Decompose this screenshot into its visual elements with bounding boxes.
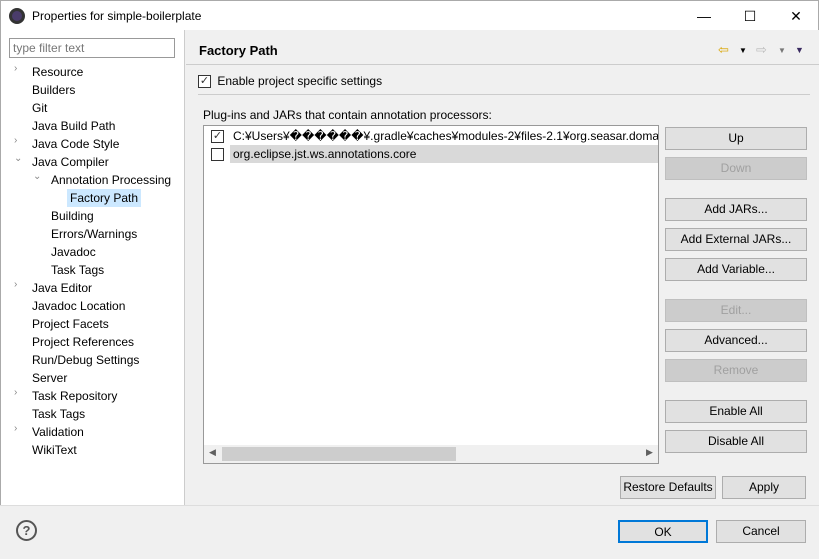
tree-item[interactable]: Server: [32, 369, 67, 387]
tree-item[interactable]: Resource: [32, 63, 83, 81]
tree-item[interactable]: Annotation Processing: [51, 171, 171, 189]
chevron-right-icon[interactable]: ›: [14, 279, 24, 290]
processors-label: Plug-ins and JARs that contain annotatio…: [203, 108, 492, 122]
tree-item[interactable]: Java Build Path: [32, 117, 115, 135]
tree-item[interactable]: Javadoc Location: [32, 297, 125, 315]
scroll-left-icon[interactable]: ◀: [209, 447, 216, 458]
tree-item[interactable]: Task Repository: [32, 387, 117, 405]
restore-defaults-button[interactable]: Restore Defaults: [620, 476, 716, 499]
tree-item[interactable]: Building: [51, 207, 94, 225]
eclipse-icon: [9, 8, 25, 24]
ok-button[interactable]: OK: [618, 520, 708, 543]
advanced-button[interactable]: Advanced...: [665, 329, 807, 352]
tree-item[interactable]: Java Code Style: [32, 135, 119, 153]
entry-path: C:¥Users¥������¥.gradle¥caches¥modules-2…: [233, 129, 659, 143]
scrollbar-thumb[interactable]: [222, 447, 456, 461]
add-external-jars-button[interactable]: Add External JARs...: [665, 228, 807, 251]
list-item[interactable]: ✓ C:¥Users¥������¥.gradle¥caches¥modules-…: [204, 127, 659, 145]
tree-item[interactable]: Run/Debug Settings: [32, 351, 139, 369]
divider: [198, 94, 810, 95]
remove-button[interactable]: Remove: [665, 359, 807, 382]
disable-all-button[interactable]: Disable All: [665, 430, 807, 453]
chevron-right-icon[interactable]: ›: [14, 387, 24, 398]
page-header: Factory Path ⇦ ▼ ⇨ ▼ ▼: [186, 30, 819, 65]
checkbox-icon[interactable]: ✓: [211, 130, 224, 143]
scroll-right-icon[interactable]: ▶: [646, 447, 653, 458]
back-arrow-icon[interactable]: ⇦: [718, 42, 729, 58]
filter-input[interactable]: [9, 38, 175, 58]
back-dropdown-icon[interactable]: ▼: [739, 46, 747, 55]
tree-item[interactable]: Validation: [32, 423, 84, 441]
tree-item[interactable]: Java Editor: [32, 279, 92, 297]
chevron-right-icon[interactable]: ›: [14, 423, 24, 434]
apply-button[interactable]: Apply: [722, 476, 806, 499]
tree-item[interactable]: Git: [32, 99, 47, 117]
tree-item[interactable]: Java Compiler: [32, 153, 109, 171]
up-button[interactable]: Up: [665, 127, 807, 150]
horizontal-scrollbar[interactable]: ◀ ▶: [204, 445, 658, 463]
tree-item[interactable]: Task Tags: [32, 405, 85, 423]
enable-label: Enable project specific settings: [217, 74, 383, 88]
add-variable-button[interactable]: Add Variable...: [665, 258, 807, 281]
entry-path: org.eclipse.jst.ws.annotations.core: [230, 145, 658, 163]
factory-path-list[interactable]: ✓ C:¥Users¥������¥.gradle¥caches¥modules-…: [203, 125, 659, 464]
maximize-button[interactable]: ☐: [727, 1, 773, 31]
checkbox-icon[interactable]: ✓: [198, 75, 211, 89]
title-bar: Properties for simple-boilerplate — ☐ ✕: [0, 0, 819, 30]
preference-tree-panel: › ResourceBuildersGitJava Build Path › Java…: [0, 30, 185, 505]
chevron-right-icon[interactable]: ›: [14, 63, 24, 74]
view-menu-icon[interactable]: ▼: [795, 45, 804, 55]
checkbox-icon[interactable]: [211, 148, 224, 161]
tree-item[interactable]: Factory Path: [67, 189, 142, 207]
list-item[interactable]: org.eclipse.jst.ws.annotations.core: [204, 145, 658, 163]
chevron-down-icon[interactable]: ⌄: [14, 153, 24, 164]
tree-item[interactable]: Builders: [32, 81, 75, 99]
tree-item[interactable]: Errors/Warnings: [51, 225, 137, 243]
tree-item[interactable]: Project References: [32, 333, 134, 351]
add-jars-button[interactable]: Add JARs...: [665, 198, 807, 221]
page-title: Factory Path: [199, 43, 278, 58]
tree-item[interactable]: Task Tags: [51, 261, 104, 279]
help-icon[interactable]: ?: [16, 520, 37, 541]
window-title: Properties for simple-boilerplate: [32, 9, 202, 23]
tree-item[interactable]: Javadoc: [51, 243, 96, 261]
cancel-button[interactable]: Cancel: [716, 520, 806, 543]
close-button[interactable]: ✕: [773, 1, 819, 31]
tree-item[interactable]: WikiText: [32, 441, 77, 459]
enable-all-button[interactable]: Enable All: [665, 400, 807, 423]
forward-arrow-icon: ⇨: [756, 42, 767, 57]
chevron-down-icon[interactable]: ⌄: [33, 171, 43, 182]
minimize-button[interactable]: —: [681, 1, 727, 31]
tree-item[interactable]: Project Facets: [32, 315, 109, 333]
chevron-right-icon[interactable]: ›: [14, 135, 24, 146]
forward-dropdown-icon: ▼: [778, 46, 786, 55]
down-button[interactable]: Down: [665, 157, 807, 180]
edit-button[interactable]: Edit...: [665, 299, 807, 322]
enable-project-settings-checkbox[interactable]: ✓ Enable project specific settings: [198, 74, 383, 89]
